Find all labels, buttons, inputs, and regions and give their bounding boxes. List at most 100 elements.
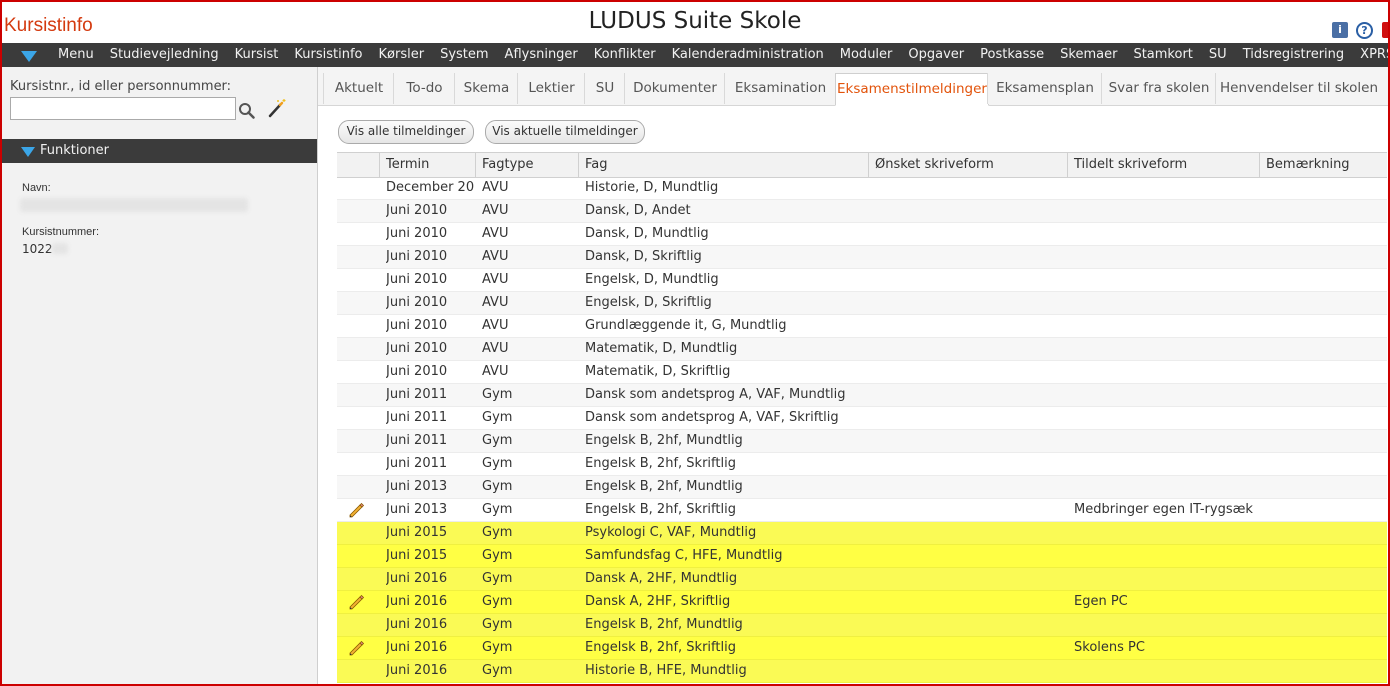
tab[interactable]: To-do bbox=[393, 73, 455, 104]
cell-fag: Dansk, D, Skriftlig bbox=[585, 249, 702, 264]
cell-termin: Juni 2016 bbox=[386, 663, 448, 678]
cell-termin: Juni 2015 bbox=[386, 525, 448, 540]
search-icon[interactable] bbox=[238, 102, 255, 119]
table-row[interactable]: Juni 2016 Gym Engelsk B, 2hf, Mundtlig bbox=[337, 614, 1387, 637]
table-row[interactable]: Juni 2013 Gym Engelsk B, 2hf, Mundtlig bbox=[337, 476, 1387, 499]
cell-fag: Matematik, D, Mundtlig bbox=[585, 341, 738, 356]
cell-fag: Dansk A, 2HF, Skriftlig bbox=[585, 594, 731, 609]
menu-item[interactable]: Kørsler bbox=[371, 43, 433, 67]
name-label: Navn: bbox=[22, 182, 51, 194]
table-row[interactable]: Juni 2011 Gym Dansk som andetsprog A, VAF,… bbox=[337, 384, 1387, 407]
info-icon[interactable]: i bbox=[1332, 22, 1348, 38]
student-search-input[interactable] bbox=[10, 97, 236, 120]
magic-wand-icon[interactable] bbox=[267, 98, 287, 118]
edit-pencil-icon[interactable] bbox=[349, 503, 366, 518]
tab[interactable]: SU bbox=[584, 73, 625, 104]
menu-item[interactable]: Kursistinfo bbox=[286, 43, 370, 67]
cell-fag: Engelsk, D, Skriftlig bbox=[585, 295, 712, 310]
cell-fagtype: Gym bbox=[482, 571, 513, 586]
cell-fagtype: Gym bbox=[482, 456, 513, 471]
cell-fag: Psykologi C, VAF, Mundtlig bbox=[585, 525, 757, 540]
table-row[interactable]: Juni 2010 AVU Matematik, D, Mundtlig bbox=[337, 338, 1387, 361]
cell-termin: Juni 2016 bbox=[386, 640, 448, 655]
cell-fagtype: Gym bbox=[482, 617, 513, 632]
cell-fag: Historie B, HFE, Mundtlig bbox=[585, 663, 747, 678]
table-row[interactable]: Juni 2016 Gym Dansk A, 2HF, Mundtlig bbox=[337, 568, 1387, 591]
table-row[interactable]: Juni 2016 Gym Dansk A, 2HF, Skriftlig Egen … bbox=[337, 591, 1387, 614]
table-row[interactable]: December 200 AVU Historie, D, Mundtlig bbox=[337, 177, 1387, 200]
table-row[interactable]: Juni 2011 Gym Engelsk B, 2hf, Mundtlig bbox=[337, 430, 1387, 453]
cell-fagtype: AVU bbox=[482, 249, 509, 264]
table-row[interactable]: Juni 2010 AVU Dansk, D, Skriftlig bbox=[337, 246, 1387, 269]
menu-item[interactable]: Opgaver bbox=[900, 43, 972, 67]
table-row[interactable]: Juni 2010 AVU Matematik, D, Skriftlig bbox=[337, 361, 1387, 384]
menu-item[interactable]: Kursist bbox=[227, 43, 287, 67]
tab[interactable]: Svar fra skolen bbox=[1101, 73, 1216, 104]
tab[interactable]: Skema bbox=[454, 73, 518, 104]
table-row[interactable]: Juni 2010 AVU Dansk, D, Andet bbox=[337, 200, 1387, 223]
menu-item[interactable]: Studievejledning bbox=[102, 43, 227, 67]
menu-item[interactable]: Postkasse bbox=[972, 43, 1052, 67]
column-header[interactable]: Termin bbox=[379, 153, 475, 177]
functions-header[interactable]: Funktioner bbox=[2, 139, 317, 163]
cell-termin: December 200 bbox=[386, 180, 474, 195]
menu-item[interactable]: Moduler bbox=[832, 43, 901, 67]
menu-item[interactable]: Stamkort bbox=[1125, 43, 1200, 67]
menu-item[interactable]: Kalenderadministration bbox=[664, 43, 832, 67]
menu-item[interactable]: SU bbox=[1201, 43, 1235, 67]
table-row[interactable]: Juni 2016 Gym Engelsk B, 2hf, Skriftlig Sko… bbox=[337, 637, 1387, 660]
edit-pencil-icon[interactable] bbox=[349, 641, 366, 656]
menu-item[interactable]: XPRS bbox=[1352, 43, 1388, 67]
edit-pencil-icon[interactable] bbox=[349, 595, 366, 610]
app-window: Kursistinfo LUDUS Suite Skole i ? Menu St… bbox=[0, 0, 1390, 686]
student-number-label: Kursistnummer: bbox=[22, 226, 100, 238]
table-row[interactable]: Juni 2015 Gym Samfundsfag C, HFE, Mundtlig bbox=[337, 545, 1387, 568]
menu-item[interactable]: Skemaer bbox=[1052, 43, 1125, 67]
cell-termin: Juni 2011 bbox=[386, 410, 448, 425]
tab[interactable]: Eksamination bbox=[724, 73, 836, 104]
menu-toggle-icon[interactable] bbox=[21, 51, 37, 62]
cell-termin: Juni 2011 bbox=[386, 433, 448, 448]
cell-fagtype: Gym bbox=[482, 502, 513, 517]
table-row[interactable]: Juni 2010 AVU Grundlæggende it, G, Mundtli… bbox=[337, 315, 1387, 338]
cell-termin: Juni 2016 bbox=[386, 571, 448, 586]
table-row[interactable]: Juni 2010 AVU Engelsk, D, Skriftlig bbox=[337, 292, 1387, 315]
table-row[interactable]: Juni 2016 Gym Historie B, HFE, Mundtlig bbox=[337, 660, 1387, 683]
table-row[interactable]: Juni 2011 Gym Dansk som andetsprog A, VAF,… bbox=[337, 407, 1387, 430]
tab[interactable]: Dokumenter bbox=[624, 73, 725, 104]
exit-icon[interactable] bbox=[1382, 22, 1388, 38]
main-content: Aktuelt To-do Skema Lektier SU Dokumenter Eksa… bbox=[318, 67, 1388, 684]
tab[interactable]: Lektier bbox=[517, 73, 585, 104]
menu-item[interactable]: Menu bbox=[50, 43, 102, 67]
show-all-registrations-button[interactable]: Vis alle tilmeldinger bbox=[338, 120, 474, 144]
help-icon[interactable]: ? bbox=[1356, 22, 1373, 39]
column-header[interactable]: Fag bbox=[578, 153, 868, 177]
show-current-registrations-button[interactable]: Vis aktuelle tilmeldinger bbox=[485, 120, 645, 144]
main-menu-bar: Menu Studievejledning Kursist Kursistinfo Kø… bbox=[2, 43, 1388, 67]
table-row[interactable]: Juni 2011 Gym Engelsk B, 2hf, Skriftlig bbox=[337, 453, 1387, 476]
menu-item[interactable]: Tidsregistrering bbox=[1235, 43, 1352, 67]
column-header[interactable]: Fagtype bbox=[475, 153, 578, 177]
cell-termin: Juni 2010 bbox=[386, 364, 448, 379]
tab[interactable]: Henvendelser til skolen bbox=[1215, 73, 1382, 104]
table-row[interactable]: Juni 2010 AVU Engelsk, D, Mundtlig bbox=[337, 269, 1387, 292]
cell-termin: Juni 2010 bbox=[386, 272, 448, 287]
tab-bar: Aktuelt To-do Skema Lektier SU Dokumenter Eksa… bbox=[318, 67, 1388, 106]
cell-fagtype: Gym bbox=[482, 479, 513, 494]
table-row[interactable]: Juni 2013 Gym Engelsk B, 2hf, Skriftlig Med… bbox=[337, 499, 1387, 522]
tab[interactable]: Eksamenstilmeldinger bbox=[835, 73, 989, 106]
cell-fagtype: AVU bbox=[482, 226, 509, 241]
column-header[interactable]: Ønsket skriveform bbox=[868, 153, 1067, 177]
tab[interactable]: Aktuelt bbox=[323, 73, 394, 104]
column-header[interactable]: Tildelt skriveform bbox=[1067, 153, 1259, 177]
table-row[interactable]: Juni 2010 AVU Dansk, D, Mundtlig bbox=[337, 223, 1387, 246]
table-row[interactable]: Juni 2015 Gym Psykologi C, VAF, Mundtlig bbox=[337, 522, 1387, 545]
cell-fag: Dansk som andetsprog A, VAF, Skriftlig bbox=[585, 410, 839, 425]
menu-item[interactable]: System bbox=[432, 43, 496, 67]
menu-item[interactable]: Aflysninger bbox=[497, 43, 586, 67]
column-header-actions bbox=[337, 153, 379, 177]
column-header[interactable]: Bemærkning bbox=[1259, 153, 1387, 177]
cell-tildelt: Egen PC bbox=[1074, 594, 1128, 609]
menu-item[interactable]: Konflikter bbox=[586, 43, 664, 67]
tab[interactable]: Eksamensplan bbox=[987, 73, 1102, 104]
